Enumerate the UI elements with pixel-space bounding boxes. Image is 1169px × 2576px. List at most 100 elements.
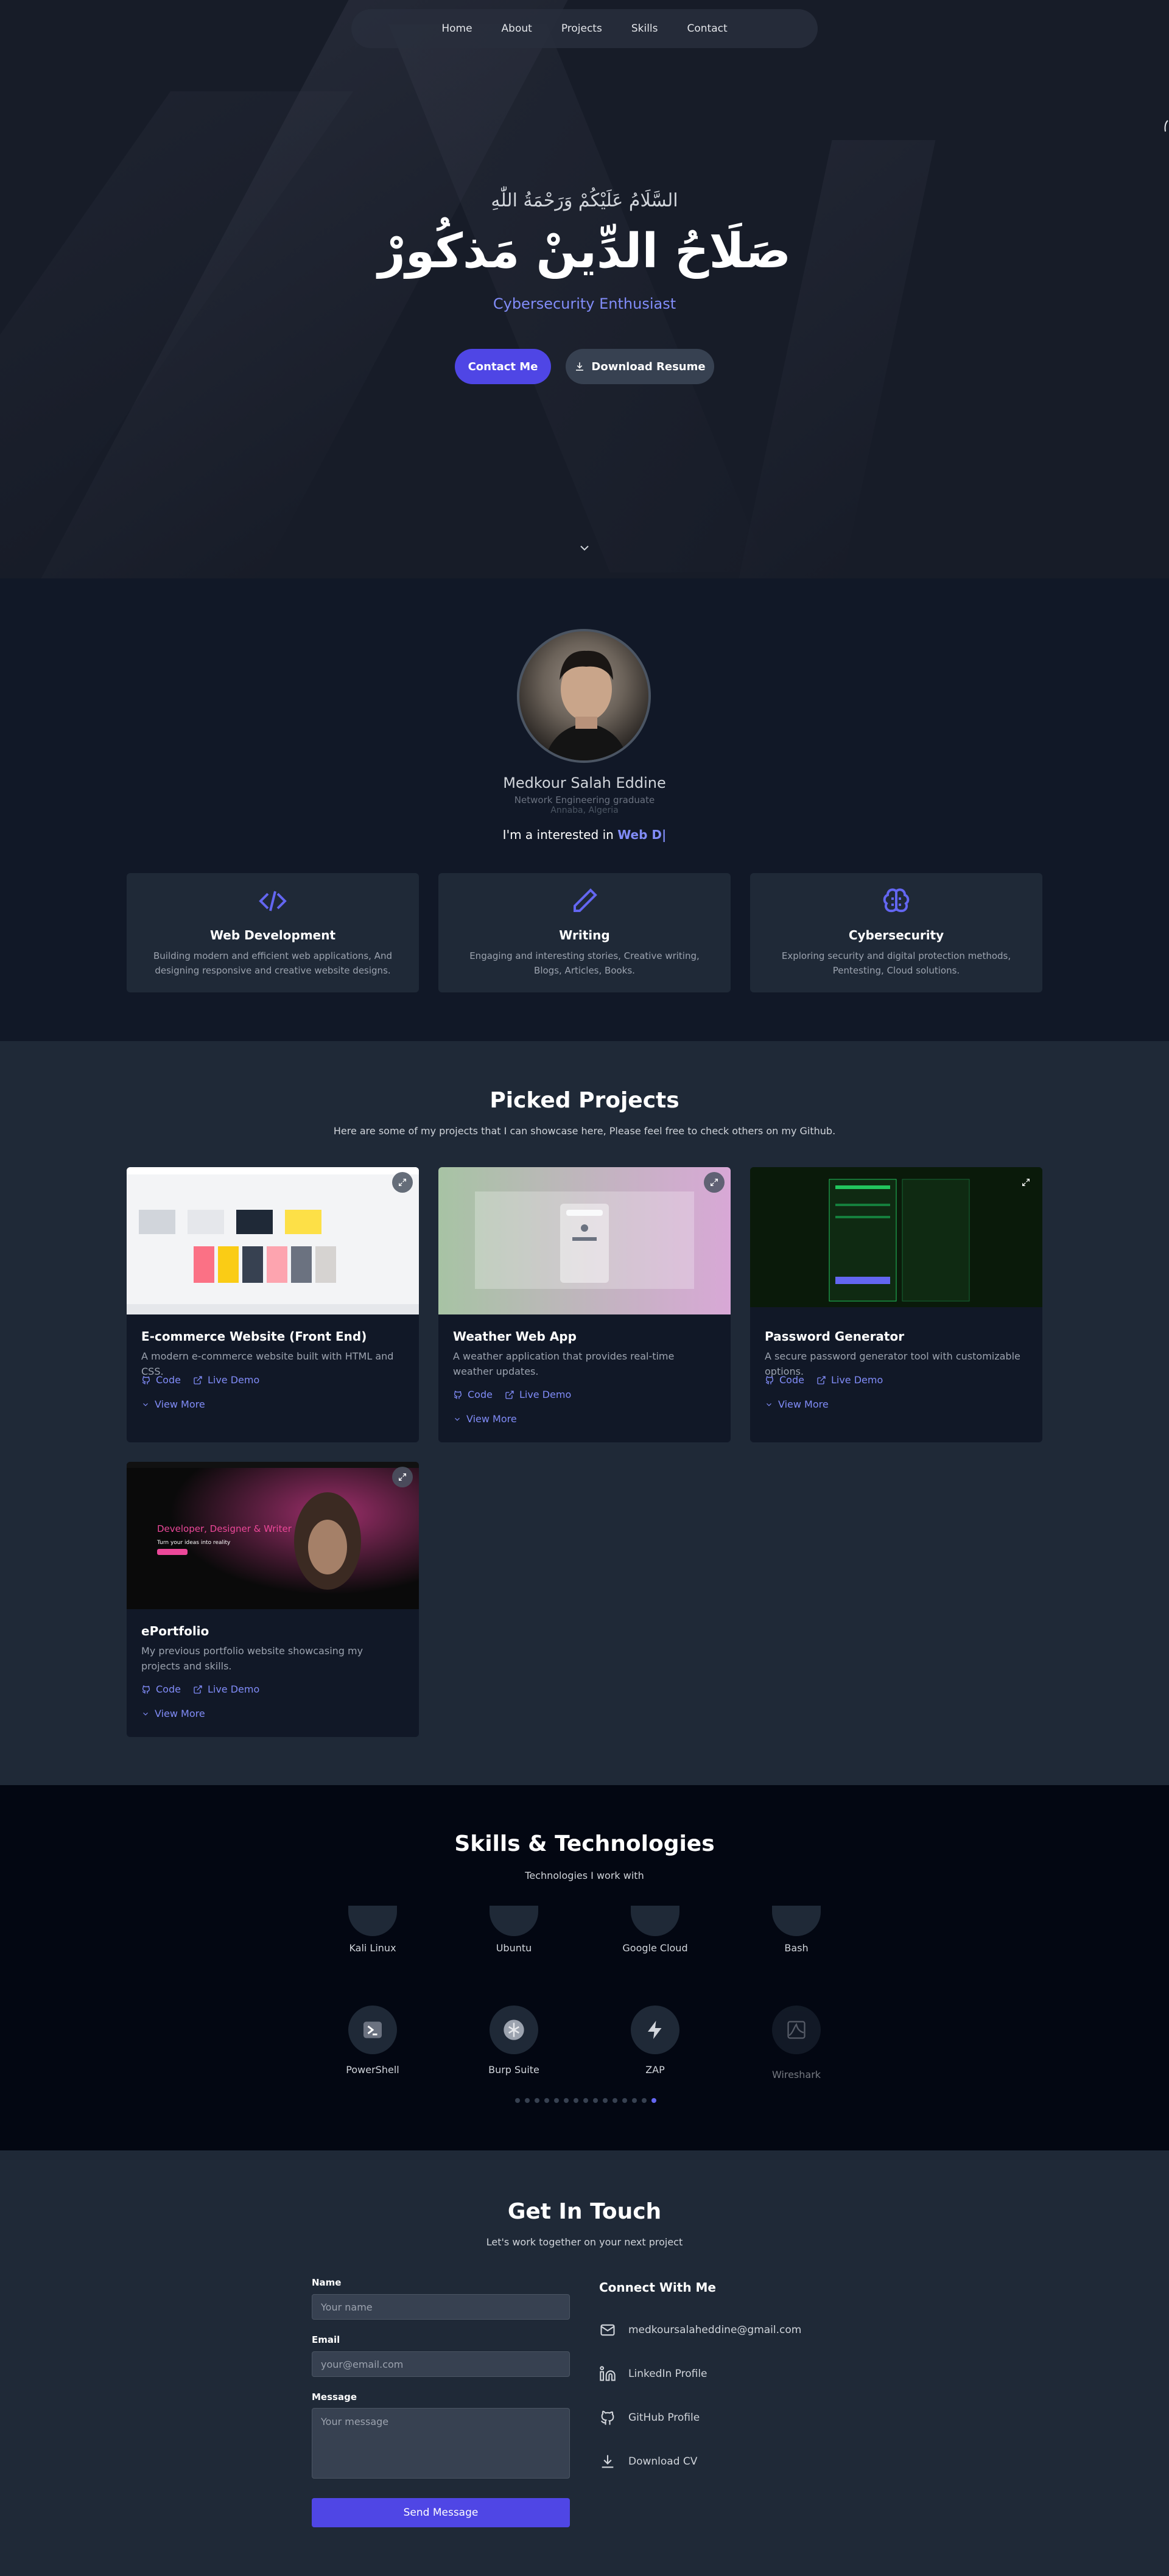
email-field[interactable]: your@email.com (312, 2351, 570, 2377)
powershell-icon (348, 2006, 397, 2054)
nav-item-home[interactable]: Home (441, 23, 472, 35)
portfolio-banner-sub: Turn your ideas into reality (156, 1540, 231, 1546)
google-cloud-icon (631, 1906, 679, 1936)
github-icon (601, 2410, 614, 2425)
github-icon (142, 1375, 150, 1385)
skill-label: ZAP (645, 2064, 665, 2076)
project-title: E-commerce Website (Front End) (141, 1329, 367, 1344)
mail-icon (600, 2324, 615, 2336)
project-card: E-commerce Website (Front End) A modern … (127, 1167, 419, 1442)
contact-title: Get In Touch (507, 2199, 662, 2224)
live-demo-link[interactable]: Live Demo (505, 1389, 571, 1400)
view-more-button[interactable]: View More (765, 1399, 829, 1410)
nav-item-contact[interactable]: Contact (687, 23, 728, 35)
name-field[interactable]: Your name (312, 2294, 570, 2320)
top-nav: Home About Projects Skills Contact (351, 9, 818, 48)
carousel-dot[interactable] (632, 2098, 637, 2103)
skill-bash: Bash (748, 1906, 845, 1985)
connect-title: Connect With Me (599, 2280, 716, 2295)
expand-icon[interactable] (392, 1172, 413, 1193)
carousel-dot[interactable] (574, 2098, 578, 2103)
carousel-dot[interactable] (613, 2098, 617, 2103)
nav-item-skills[interactable]: Skills (631, 23, 658, 35)
about-interest: I'm a interested in Web D| (0, 827, 1169, 842)
expand-icon[interactable] (704, 1172, 725, 1193)
card-title: Web Development (209, 928, 336, 942)
code-link[interactable]: Code (765, 1374, 804, 1386)
live-demo-link[interactable]: Live Demo (193, 1683, 259, 1695)
view-more-button[interactable]: View More (141, 1399, 205, 1410)
about-role: Network Engineering graduate (514, 795, 655, 805)
nav-item-projects[interactable]: Projects (561, 23, 602, 35)
project-screenshot: Developer, Designer & Writer Turn your i… (127, 1462, 419, 1609)
kali-icon (348, 1906, 397, 1936)
carousel-dot[interactable] (515, 2098, 520, 2103)
send-message-button[interactable]: Send Message (312, 2498, 570, 2527)
project-links: Code Live Demo (765, 1374, 883, 1386)
project-desc: My previous portfolio website showcasing… (141, 1645, 363, 1672)
interest-prefix: I'm a interested in (502, 827, 614, 842)
contact-me-button[interactable]: Contact Me (455, 349, 551, 384)
message-label: Message (312, 2392, 357, 2402)
card-desc: Building modern and efficient web applic… (153, 950, 393, 976)
card-title: Cybersecurity (848, 928, 944, 942)
wireshark-icon (772, 2006, 821, 2054)
code-icon (259, 891, 287, 911)
skill-kali-linux: Kali Linux (324, 1906, 421, 1985)
burp-suite-icon (490, 2006, 538, 2054)
github-link[interactable]: GitHub Profile (599, 2409, 700, 2426)
download-cv-link[interactable]: Download CV (599, 2453, 697, 2470)
project-links: Code Live Demo (453, 1389, 571, 1400)
live-demo-link[interactable]: Live Demo (816, 1374, 883, 1386)
download-resume-label: Download Resume (591, 360, 706, 373)
carousel-dot[interactable] (554, 2098, 559, 2103)
code-link[interactable]: Code (141, 1683, 181, 1695)
carousel-dot[interactable] (583, 2098, 588, 2103)
github-icon (142, 1685, 150, 1694)
hero-subtitle: Cybersecurity Enthusiast (493, 295, 676, 312)
view-more-button[interactable]: View More (141, 1708, 205, 1719)
linkedin-link[interactable]: LinkedIn Profile (599, 2365, 707, 2382)
project-desc: A weather application that provides real… (453, 1350, 675, 1377)
skill-powershell: PowerShell (324, 2006, 421, 2079)
nav-item-about[interactable]: About (502, 23, 532, 35)
chevron-down-icon (455, 1417, 460, 1421)
carousel-dot[interactable] (544, 2098, 549, 2103)
skill-burp-suite: Burp Suite (465, 2006, 563, 2079)
skill-zap: ZAP (606, 2006, 704, 2079)
skills-title: Skills & Technologies (454, 1831, 715, 1856)
download-icon (602, 2455, 614, 2468)
expand-icon[interactable] (392, 1467, 413, 1487)
zap-icon (631, 2006, 679, 2054)
skill-label: Google Cloud (622, 1942, 688, 1954)
mouse-cursor-icon (1164, 120, 1168, 132)
carousel-dot[interactable] (651, 2098, 656, 2103)
skill-label: PowerShell (346, 2064, 399, 2076)
ubuntu-icon (490, 1906, 538, 1936)
skill-google-cloud: Google Cloud (606, 1906, 704, 1985)
code-link[interactable]: Code (453, 1389, 493, 1400)
code-link[interactable]: Code (141, 1374, 181, 1386)
carousel-dot[interactable] (603, 2098, 608, 2103)
message-field[interactable]: Your message (312, 2408, 570, 2479)
carousel-dot[interactable] (535, 2098, 539, 2103)
expand-icon[interactable] (1016, 1172, 1036, 1193)
carousel-dot[interactable] (622, 2098, 627, 2103)
brain-icon (883, 888, 910, 913)
scroll-down-chevron-icon[interactable] (577, 541, 592, 555)
skill-label: Wireshark (771, 2069, 821, 2080)
projects-subtitle: Here are some of my projects that I can … (333, 1125, 836, 1137)
carousel-dot[interactable] (564, 2098, 569, 2103)
skill-label: Kali Linux (349, 1942, 396, 1954)
card-web-development: Web Development Building modern and effi… (127, 873, 419, 992)
email-label: Email (312, 2334, 340, 2345)
carousel-dot[interactable] (525, 2098, 530, 2103)
carousel-dot[interactable] (642, 2098, 647, 2103)
live-demo-link[interactable]: Live Demo (193, 1374, 259, 1386)
project-title: Weather Web App (453, 1329, 577, 1344)
view-more-button[interactable]: View More (453, 1413, 517, 1425)
about-location: Annaba, Algeria (550, 805, 619, 815)
download-resume-button[interactable]: Download Resume (566, 349, 714, 384)
carousel-dot[interactable] (593, 2098, 598, 2103)
email-link[interactable]: medkoursalaheddine@gmail.com (599, 2322, 801, 2339)
